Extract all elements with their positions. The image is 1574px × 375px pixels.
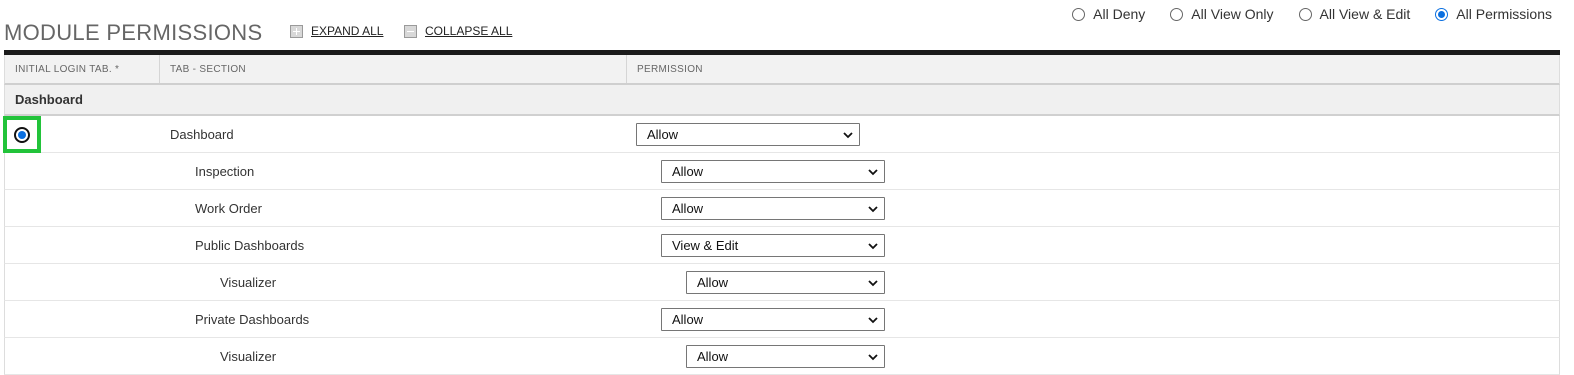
permissions-table: INITIAL LOGIN TAB. * TAB - SECTION PERMI… <box>3 50 1560 375</box>
column-header-initial-login-tab: INITIAL LOGIN TAB. * <box>5 55 160 83</box>
table-row: Visualizer Allow <box>4 264 1560 301</box>
page-title: MODULE PERMISSIONS <box>4 20 263 45</box>
column-header-tab-section: TAB - SECTION <box>160 55 627 83</box>
plus-square-icon <box>290 24 303 38</box>
permission-value: Allow <box>697 349 729 364</box>
radio-all-view-edit[interactable]: All View & Edit <box>1298 6 1411 22</box>
table-row: Work Order Allow <box>4 190 1560 227</box>
column-header-permission: PERMISSION <box>637 63 703 75</box>
expand-all-button[interactable]: EXPAND ALL <box>290 24 383 38</box>
permission-value: Allow <box>697 275 729 290</box>
permission-value: View & Edit <box>672 238 739 253</box>
radio-icon[interactable] <box>1170 7 1184 21</box>
permission-select[interactable]: Allow <box>661 197 885 220</box>
radio-all-deny[interactable]: All Deny <box>1072 6 1145 22</box>
table-row: Dashboard Allow <box>3 116 1560 153</box>
tab-section-label: Visualizer <box>220 274 277 290</box>
tab-section-label: Visualizer <box>220 348 277 364</box>
chevron-down-icon <box>868 280 878 287</box>
tab-section-label: Private Dashboards <box>195 311 310 327</box>
table-row: Public Dashboards View & Edit <box>4 227 1560 264</box>
table-header: INITIAL LOGIN TAB. * TAB - SECTION PERMI… <box>4 55 1560 85</box>
table-row: Private Dashboards Allow <box>4 301 1560 338</box>
permission-select[interactable]: Allow <box>661 160 885 183</box>
permission-value: Allow <box>672 312 704 327</box>
radio-label: All Permissions <box>1456 6 1552 22</box>
permission-select[interactable]: Allow <box>636 123 860 146</box>
tab-section-label: Work Order <box>195 200 262 216</box>
chevron-down-icon <box>868 317 878 324</box>
initial-login-tab-radio-highlight[interactable] <box>3 116 41 153</box>
chevron-down-icon <box>868 206 878 213</box>
tab-section-label: Inspection <box>195 163 255 179</box>
permission-value: Allow <box>647 127 679 142</box>
table-row: Visualizer Allow <box>4 338 1560 375</box>
tab-section-label: Dashboard <box>170 126 234 142</box>
radio-all-permissions[interactable]: All Permissions <box>1435 6 1552 22</box>
permission-select[interactable]: Allow <box>686 345 885 368</box>
permission-value: Allow <box>672 164 704 179</box>
group-row-dashboard[interactable]: Dashboard <box>4 85 1560 116</box>
radio-icon[interactable] <box>1298 7 1312 21</box>
table-row: Inspection Allow <box>4 153 1560 190</box>
chevron-down-icon <box>868 169 878 176</box>
chevron-down-icon <box>868 243 878 250</box>
permission-select[interactable]: Allow <box>686 271 885 294</box>
radio-icon[interactable] <box>1072 7 1086 21</box>
expand-all-label: EXPAND ALL <box>311 24 384 38</box>
bulk-permission-radio-group: All Deny All View Only All View & Edit A… <box>1072 6 1552 22</box>
permission-select[interactable]: View & Edit <box>661 234 885 257</box>
tab-section-label: Public Dashboards <box>195 237 305 253</box>
chevron-down-icon <box>843 132 853 139</box>
chevron-down-icon <box>868 354 878 361</box>
collapse-all-button[interactable]: COLLAPSE ALL <box>404 24 512 38</box>
collapse-all-label: COLLAPSE ALL <box>425 24 513 38</box>
minus-square-icon <box>404 24 417 38</box>
permission-select[interactable]: Allow <box>661 308 885 331</box>
initial-login-tab-radio[interactable] <box>14 126 30 143</box>
radio-all-view-only[interactable]: All View Only <box>1170 6 1274 22</box>
radio-label: All View & Edit <box>1319 6 1411 22</box>
radio-label: All Deny <box>1093 6 1146 22</box>
radio-label: All View Only <box>1191 6 1274 22</box>
radio-icon-checked[interactable] <box>1435 7 1449 21</box>
permission-value: Allow <box>672 201 704 216</box>
group-label: Dashboard <box>15 92 83 107</box>
